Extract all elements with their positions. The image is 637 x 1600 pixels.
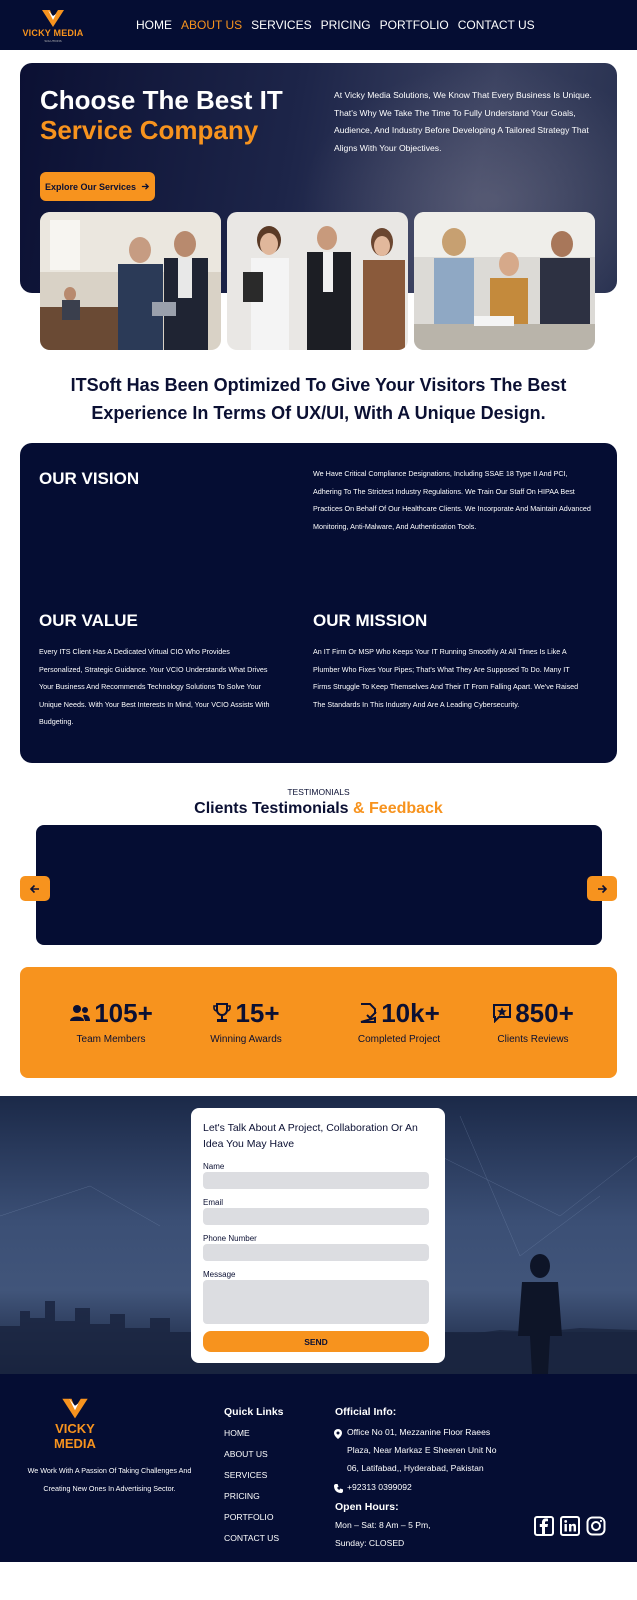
photo-team-standing xyxy=(227,212,408,350)
vision-title: OUR VISION xyxy=(39,469,140,488)
logo-text: VICKY MEDIA xyxy=(22,28,84,38)
stat-team-members-label: Team Members xyxy=(76,1034,146,1045)
hours-line2: Sunday: CLOSED xyxy=(335,1538,405,1548)
logo-subtext: SOLUTIONS xyxy=(44,39,62,43)
stat-completed-project-label: Completed Project xyxy=(357,1034,441,1045)
contact-form: Let's Talk About A Project, Collaboratio… xyxy=(191,1108,445,1363)
stat-clients-reviews: 850+ Clients Reviews xyxy=(458,998,608,1045)
linkedin-icon[interactable] xyxy=(560,1516,580,1536)
name-input[interactable] xyxy=(203,1172,429,1189)
footer-logo-text: VICKY MEDIA xyxy=(54,1421,96,1451)
contact-form-title: Let's Talk About A Project, Collaboratio… xyxy=(203,1122,418,1150)
nav-contact-us[interactable]: CONTACT US xyxy=(458,18,535,32)
footer-link-about-us[interactable]: ABOUT US xyxy=(224,1449,268,1459)
photo-business-meeting xyxy=(40,212,221,350)
quick-links-title: Quick Links xyxy=(224,1406,284,1418)
nav-pricing[interactable]: PRICING xyxy=(321,18,371,32)
carousel-prev-button[interactable] xyxy=(20,876,50,901)
hero-description: At Vicky Media Solutions, We Know That E… xyxy=(334,90,592,153)
stat-completed-project: 10k+ Completed Project xyxy=(324,997,474,1046)
footer-link-contact-us[interactable]: CONTACT US xyxy=(224,1533,279,1543)
location-pin-icon xyxy=(334,1429,342,1439)
nav-home[interactable]: HOME xyxy=(136,18,172,32)
footer-logo[interactable]: VICKY MEDIA xyxy=(34,1396,116,1451)
photo-team-collaboration xyxy=(414,212,595,350)
review-icon xyxy=(493,1004,512,1023)
page-bottom-strip xyxy=(0,1562,637,1600)
name-label: Name xyxy=(203,1162,225,1171)
hero-photo-strip xyxy=(40,212,597,350)
official-info-title: Official Info: xyxy=(335,1406,397,1418)
value-text: Every ITS Client Has A Dedicated Virtual… xyxy=(39,647,270,726)
testimonials-title-accent: & Feedback xyxy=(353,800,443,817)
testimonials-carousel xyxy=(36,825,602,945)
section-headline: ITSoft Has Been Optimized To Give Your V… xyxy=(20,371,617,427)
team-icon xyxy=(70,1005,91,1021)
message-textarea[interactable] xyxy=(203,1280,429,1324)
stat-winning-awards: 15+ Winning Awards xyxy=(171,997,321,1046)
stat-team-members-value: 105+ xyxy=(94,997,153,1028)
address-line3: 06, Latifabad,, Hyderabad, Pakistan xyxy=(347,1463,484,1473)
stat-clients-reviews-value: 850+ xyxy=(515,997,574,1028)
address-line1: Office No 01, Mezzanine Floor Raees xyxy=(347,1427,491,1437)
logo-mark-icon xyxy=(62,1398,88,1419)
stat-winning-awards-label: Winning Awards xyxy=(210,1034,282,1045)
trophy-icon xyxy=(213,1003,232,1022)
footer-about-text: We Work With A Passion Of Taking Challen… xyxy=(27,1466,192,1493)
arrow-left-icon xyxy=(29,884,39,893)
phone-label: Phone Number xyxy=(203,1234,257,1243)
stat-winning-awards-value: 15+ xyxy=(235,997,280,1028)
carousel-next-button[interactable] xyxy=(587,876,617,901)
headline-line2: Experience In Terms Of UX/UI, With A Uni… xyxy=(91,403,546,423)
testimonials-title: Clients Testimonials & Feedback xyxy=(0,800,637,818)
stats-bar: 105+ Team Members 15+ Winning Awards 10k… xyxy=(20,967,617,1078)
message-label: Message xyxy=(203,1270,236,1279)
footer-link-services[interactable]: SERVICES xyxy=(224,1470,267,1480)
logo-mark-icon xyxy=(42,10,64,27)
value-title: OUR VALUE xyxy=(39,611,138,630)
hours-line1: Mon – Sat: 8 Am – 5 Pm, xyxy=(335,1520,431,1530)
site-footer: VICKY MEDIA We Work With A Passion Of Ta… xyxy=(0,1374,637,1562)
arrow-right-icon xyxy=(141,183,150,190)
brand-logo[interactable]: VICKY MEDIA SOLUTIONS xyxy=(22,8,84,44)
headline-line1: ITSoft Has Been Optimized To Give Your V… xyxy=(70,375,567,395)
email-label: Email xyxy=(203,1198,224,1207)
hero-title-line1: Choose The Best IT xyxy=(40,85,283,115)
vision-text: We Have Critical Compliance Designations… xyxy=(313,469,591,531)
vision-value-mission-panel: OUR VISION We Have Critical Compliance D… xyxy=(20,443,617,763)
nav-portfolio[interactable]: PORTFOLIO xyxy=(380,18,449,32)
send-button[interactable]: SEND xyxy=(203,1331,429,1352)
project-icon xyxy=(360,1003,377,1023)
explore-services-button[interactable]: Explore Our Services xyxy=(40,172,155,201)
testimonials-title-main: Clients Testimonials xyxy=(194,800,349,817)
instagram-icon[interactable] xyxy=(586,1516,606,1536)
testimonials-kicker: TESTIMONIALS xyxy=(287,787,350,797)
explore-services-label: Explore Our Services xyxy=(44,181,137,192)
footer-link-home[interactable]: HOME xyxy=(224,1428,250,1438)
hero-title-line2: Service Company xyxy=(40,115,259,145)
facebook-icon[interactable] xyxy=(534,1516,554,1536)
nav-services[interactable]: SERVICES xyxy=(251,18,311,32)
mission-text: An IT Firm Or MSP Who Keeps Your IT Runn… xyxy=(313,647,579,709)
footer-link-portfolio[interactable]: PORTFOLIO xyxy=(224,1512,274,1522)
mission-title: OUR MISSION xyxy=(313,611,428,630)
footer-link-pricing[interactable]: PRICING xyxy=(224,1491,260,1501)
nav-links: HOME ABOUT US SERVICES PRICING PORTFOLIO… xyxy=(136,18,535,32)
stat-completed-project-value: 10k+ xyxy=(381,997,440,1028)
arrow-right-icon xyxy=(598,884,608,893)
stat-clients-reviews-label: Clients Reviews xyxy=(497,1034,569,1045)
nav-about-us[interactable]: ABOUT US xyxy=(181,18,242,32)
email-input[interactable] xyxy=(203,1208,429,1225)
open-hours-title: Open Hours: xyxy=(335,1501,399,1513)
phone-number[interactable]: +92313 0399092 xyxy=(347,1479,412,1497)
top-navbar: VICKY MEDIA SOLUTIONS HOME ABOUT US SERV… xyxy=(0,0,637,50)
address-line2: Plaza, Near Markaz E Sheeren Unit No xyxy=(347,1445,497,1455)
phone-input[interactable] xyxy=(203,1244,429,1261)
stat-team-members: 105+ Team Members xyxy=(36,998,186,1045)
phone-icon xyxy=(334,1484,343,1493)
